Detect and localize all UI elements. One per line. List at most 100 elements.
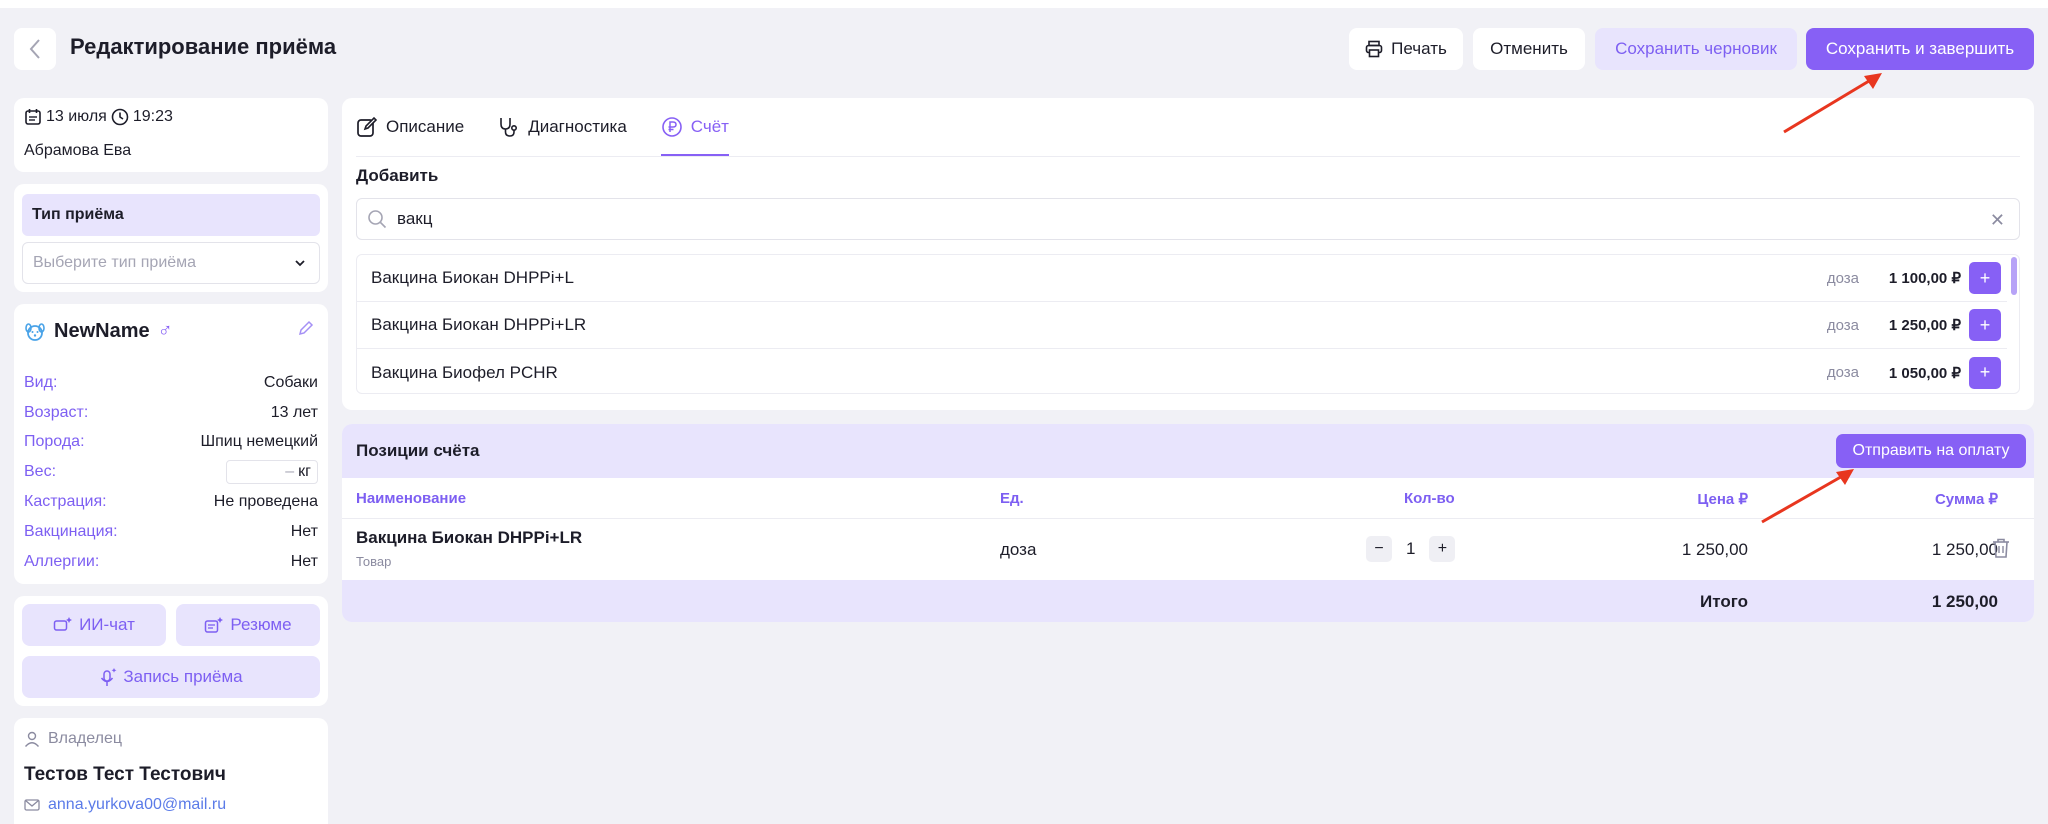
male-icon: ♂ [157,320,173,342]
print-label: Печать [1391,39,1447,58]
tab-label: Счёт [690,117,729,136]
microphone-icon [101,668,117,686]
add-item-button[interactable]: + [1969,356,2001,389]
mail-icon [24,799,40,811]
tab-label: Описание [386,117,465,136]
pet-name: NewName [54,320,150,342]
result-name: Вакцина Биокан DHPPi+LR [371,315,587,334]
dog-icon [25,322,45,341]
column-header-unit: Ед. [1000,490,1024,507]
decrease-quantity-button[interactable]: − [1366,536,1392,562]
resume-button[interactable]: Резюме [176,604,320,646]
result-name: Вакцина Биофел PCHR [371,362,558,382]
clock-icon [111,108,129,126]
pet-field-label: Вес: [24,463,57,480]
invoice-item-type: Товар [356,554,392,569]
result-price: 1 250,00 ₽ [1888,317,1961,334]
result-unit: доза [1826,316,1859,334]
edit-pet-button[interactable] [298,320,314,341]
pet-field-label: Аллергии: [24,553,100,570]
pet-card: NewName ♂ Вид: Собаки Возраст: 13 лет Поро… [14,304,328,584]
owner-email[interactable]: anna.yurkova00@mail.ru [24,796,226,814]
weight-input[interactable]: – кг [226,460,318,484]
chevron-left-icon [29,39,40,59]
pet-field-allergies: Аллергии: Нет [24,553,318,571]
quantity-stepper: − 1 + [1366,536,1456,562]
back-button[interactable] [14,28,56,70]
invoice-title: Позиции счёта [356,441,480,460]
ai-chat-label: ИИ-чат [79,615,135,634]
add-item-button[interactable]: + [1969,262,2001,294]
visit-time: 19:23 [132,108,173,125]
printer-icon [1365,40,1383,58]
cancel-button[interactable]: Отменить [1473,28,1585,70]
tab-diagnostics[interactable]: Диагностика [498,98,627,156]
total-label: Итого [1700,592,1748,611]
delete-item-button[interactable] [1992,538,2010,563]
tabs-divider [356,156,2020,157]
pet-field-label: Кастрация: [24,493,107,510]
pet-field-value: Собаки [263,374,318,391]
tab-description[interactable]: Описание [356,98,464,156]
save-draft-button[interactable]: Сохранить черновик [1595,28,1797,70]
search-result-item[interactable]: Вакцина Биокан DHPPi+LR доза 1 250,00 ₽ … [357,302,2007,349]
invoice-item-sum: 1 250,00 [1931,540,1998,559]
record-visit-button[interactable]: Запись приёма [22,656,320,698]
tab-label: Диагностика [528,117,627,136]
ruble-icon [661,117,682,137]
owner-email-text: anna.yurkova00@mail.ru [48,796,227,813]
invoice-footer: Итого 1 250,00 [342,580,2034,622]
invoice-item-name: Вакцина Биокан DHPPi+LR [356,528,583,547]
search-value: вакц [397,209,433,228]
search-result-item[interactable]: Вакцина Биофел PCHR доза 1 050,00 ₽ + [357,349,2007,393]
clear-search-icon[interactable]: ✕ [1990,210,2005,231]
search-icon [368,210,387,229]
pet-field-value: Нет [290,553,318,570]
add-label: Добавить [356,166,439,185]
ai-summary-icon [205,617,224,633]
search-input[interactable]: вакц ✕ [356,198,2020,240]
pet-field-species: Вид: Собаки [24,374,318,392]
pet-field-age: Возраст: 13 лет [24,404,318,422]
print-button[interactable]: Печать [1349,28,1463,70]
quantity-value[interactable]: 1 [1406,539,1415,559]
column-header-sum: Сумма ₽ [1934,491,1998,508]
pencil-icon [298,320,314,336]
tab-invoice[interactable]: Счёт [660,98,730,156]
search-results-list: Вакцина Биокан DHPPi+L доза 1 100,00 ₽ +… [356,254,2020,394]
owner-card: Владелец Тестов Тест Тестович anna.yurko… [14,718,328,824]
total-value: 1 250,00 [1931,592,1998,611]
search-result-item[interactable]: Вакцина Биокан DHPPi+L доза 1 100,00 ₽ + [357,255,2007,302]
send-to-payment-button[interactable]: Отправить на оплату [1836,434,2026,468]
visit-content-card: Описание Диагностика Счёт Добавить вакц … [342,98,2034,410]
result-price: 1 100,00 ₽ [1888,270,1961,287]
result-name: Вакцина Биокан DHPPi+L [371,268,574,287]
ai-tools-card: ИИ-чат Резюме Запись приёма [14,596,328,706]
column-header-price: Цена ₽ [1697,491,1748,508]
save-and-finish-button[interactable]: Сохранить и завершить [1806,28,2034,70]
pet-field-label: Вид: [24,374,58,391]
pet-field-value: Не проведена [213,493,318,510]
visit-type-placeholder: Выберите тип приёма [33,254,197,271]
result-unit: доза [1826,364,1859,381]
pet-field-castration: Кастрация: Не проведена [24,493,318,511]
visit-type-select[interactable]: Выберите тип приёма [22,242,320,284]
top-strip [0,0,2048,8]
owner-name: Тестов Тест Тестович [24,764,226,785]
visit-type-label: Тип приёма [22,194,320,236]
ai-chat-icon [53,617,73,631]
weight-value: – [285,463,295,480]
result-price: 1 050,00 ₽ [1888,364,1961,382]
ai-chat-button[interactable]: ИИ-чат [22,604,166,646]
results-scrollbar[interactable] [2011,257,2017,295]
visit-info-card: 13 июля 19:23 Абрамова Ева [14,98,328,172]
annotation-arrow-send [1761,469,1854,524]
chevron-down-icon [295,260,305,267]
increase-quantity-button[interactable]: + [1429,536,1456,562]
visit-date: 13 июля [46,108,107,125]
pet-header: NewName ♂ [24,320,173,343]
add-item-button[interactable]: + [1969,309,2001,341]
pet-field-label: Вакцинация: [24,523,118,540]
pet-field-label: Возраст: [24,404,89,421]
column-header-name: Наименование [356,490,467,507]
